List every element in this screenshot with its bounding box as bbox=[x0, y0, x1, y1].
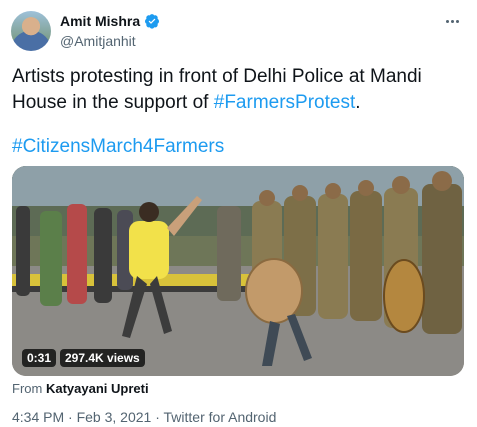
video-player[interactable]: 0:31 297.4K views bbox=[12, 166, 464, 376]
meta-separator-1: · bbox=[68, 409, 73, 425]
tweet-text-part2: . bbox=[355, 92, 361, 113]
name-row: Amit Mishra bbox=[60, 12, 160, 30]
tweet-header: Amit Mishra @Amitjanhit bbox=[60, 12, 160, 49]
video-duration: 0:31 bbox=[22, 349, 57, 367]
meta-separator-2: · bbox=[155, 409, 160, 425]
verified-badge-icon bbox=[145, 14, 160, 29]
display-name[interactable]: Amit Mishra bbox=[60, 13, 140, 29]
hashtag-citizensmarch[interactable]: #CitizensMarch4Farmers bbox=[12, 136, 224, 157]
tweet-client[interactable]: Twitter for Android bbox=[164, 409, 277, 425]
tweet-text: Artists protesting in front of Delhi Pol… bbox=[12, 64, 462, 116]
attribution-prefix: From bbox=[12, 381, 43, 396]
attribution-source-link[interactable]: Katyayani Upreti bbox=[46, 381, 149, 396]
handle[interactable]: @Amitjanhit bbox=[60, 33, 160, 49]
hashtag-farmersprotest[interactable]: #FarmersProtest bbox=[214, 92, 355, 113]
avatar[interactable] bbox=[11, 11, 51, 51]
more-options-icon[interactable] bbox=[441, 10, 463, 32]
hashtag-line: #CitizensMarch4Farmers bbox=[12, 134, 224, 160]
video-attribution: From Katyayani Upreti bbox=[12, 381, 149, 396]
tweet-meta: 4:34 PM · Feb 3, 2021 · Twitter for Andr… bbox=[12, 409, 276, 425]
tweet-date[interactable]: Feb 3, 2021 bbox=[77, 409, 152, 425]
video-view-count: 297.4K views bbox=[60, 349, 145, 367]
video-thumbnail bbox=[12, 166, 464, 376]
tweet-time[interactable]: 4:34 PM bbox=[12, 409, 64, 425]
tweet-card: Amit Mishra @Amitjanhit Artists protesti… bbox=[0, 0, 477, 427]
